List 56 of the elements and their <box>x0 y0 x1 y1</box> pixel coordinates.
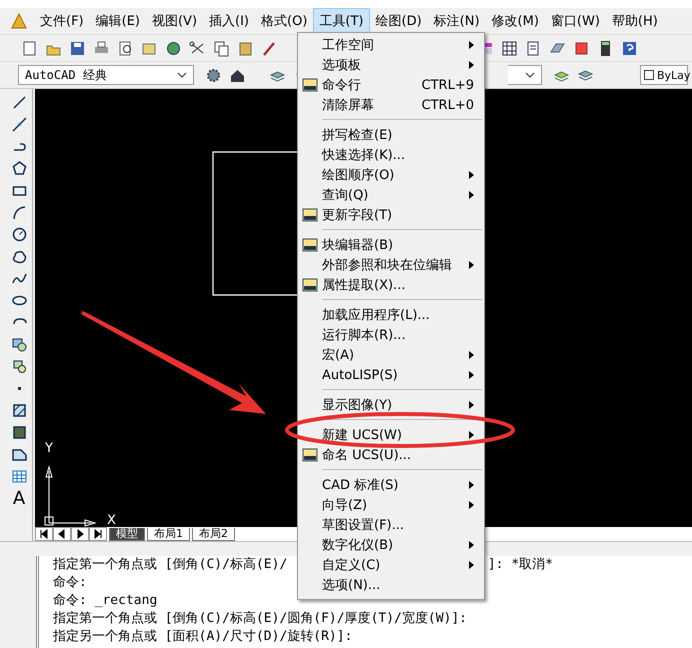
command-text: 指定第一个角点或 [倒角(C)/标高(E)/圆角(F)/厚度(T)/宽度(W)]: <box>53 610 468 628</box>
command-text: 命令: <box>53 574 87 592</box>
menu-item[interactable]: 插入(I) <box>203 8 256 34</box>
x-axis-label: X <box>107 513 116 528</box>
menu-item[interactable]: 绘图(D) <box>370 8 428 34</box>
menu-entry[interactable]: 显示图像(Y) <box>298 395 484 415</box>
menu-entry[interactable]: 选项(N)... <box>298 575 484 595</box>
menu-item[interactable]: 标注(N) <box>428 8 486 34</box>
layout-tab[interactable]: 布局1 <box>147 528 190 540</box>
layout-tab[interactable]: 模型 <box>109 528 145 540</box>
menu-entry[interactable]: 运行脚本(R)... <box>298 325 484 345</box>
menu-entry[interactable]: 选项板 <box>298 55 484 75</box>
previous-icon[interactable] <box>53 527 71 541</box>
command-text: 指定另一个角点或 [面积(A)/尺寸(D)/旋转(R)]: <box>53 628 352 646</box>
menu-entry[interactable]: 查询(Q) <box>298 185 484 205</box>
menu-entry[interactable]: 外部参照和块在位编辑 <box>298 255 484 275</box>
menu-item[interactable]: 格式(O) <box>255 8 314 34</box>
menu-item[interactable]: 文件(F) <box>34 8 90 34</box>
command-text: 命令: _rectang <box>53 592 158 610</box>
menu-entry[interactable]: AutoLISP(S) <box>298 365 484 385</box>
menu-entry[interactable]: 加载应用程序(L)... <box>298 305 484 325</box>
workspace-dropdown[interactable]: AutoCAD 经典 <box>18 65 194 85</box>
menu-item[interactable]: 修改(M) <box>486 8 545 34</box>
menu-entry[interactable]: 绘图顺序(O) <box>298 165 484 185</box>
menu-item[interactable]: 视图(V) <box>146 8 204 34</box>
layout-tab[interactable]: 布局2 <box>192 528 235 540</box>
menu-entry[interactable]: CAD 标准(S) <box>298 475 484 495</box>
menu-entry[interactable]: 宏(A) <box>298 345 484 365</box>
menu-entry[interactable]: 快速选择(K)... <box>298 145 484 165</box>
menu-entry[interactable]: 块编辑器(B) <box>298 235 484 255</box>
menu-entry[interactable]: 更新字段(T) <box>298 205 484 225</box>
next-icon[interactable] <box>71 527 89 541</box>
menu-item[interactable]: 帮助(H) <box>606 8 664 34</box>
menu-item[interactable]: 工具(T) <box>313 8 370 34</box>
menu-entry[interactable]: 清除屏幕 CTRL+0 <box>298 95 484 115</box>
menu-entry[interactable]: 工作空间 <box>298 35 484 55</box>
menu-item[interactable]: 窗口(W) <box>544 8 606 34</box>
app-icon[interactable] <box>10 12 28 30</box>
menu-entry[interactable]: 自定义(C) <box>298 555 484 575</box>
menu-entry[interactable]: 拼写检查(E) <box>298 125 484 145</box>
first-page-icon[interactable] <box>35 527 53 541</box>
menu-entry[interactable]: 草图设置(F)... <box>298 515 484 535</box>
menu-entry[interactable]: 命名 UCS(U)... <box>298 445 484 465</box>
color-dropdown[interactable]: ByLay <box>640 65 688 85</box>
command-text: 指定第一个角点或 [倒角(C)/标高(E)/ <box>53 556 288 574</box>
text-tool-button[interactable]: A <box>9 489 29 508</box>
menu-entry[interactable]: 属性提取(X)... <box>298 275 484 295</box>
menu-entry[interactable]: 数字化仪(B) <box>298 535 484 555</box>
y-axis-label: Y <box>45 441 53 456</box>
layer-dropdown[interactable] <box>508 65 542 85</box>
command-text: ]: *取消* <box>488 556 553 574</box>
menu-entry[interactable]: 命令行 CTRL+9 <box>298 75 484 95</box>
menu-item[interactable]: 编辑(E) <box>90 8 146 34</box>
menu-entry[interactable]: 向导(Z) <box>298 495 484 515</box>
menu-entry[interactable]: 新建 UCS(W) <box>298 425 484 445</box>
last-page-icon[interactable] <box>89 527 107 541</box>
